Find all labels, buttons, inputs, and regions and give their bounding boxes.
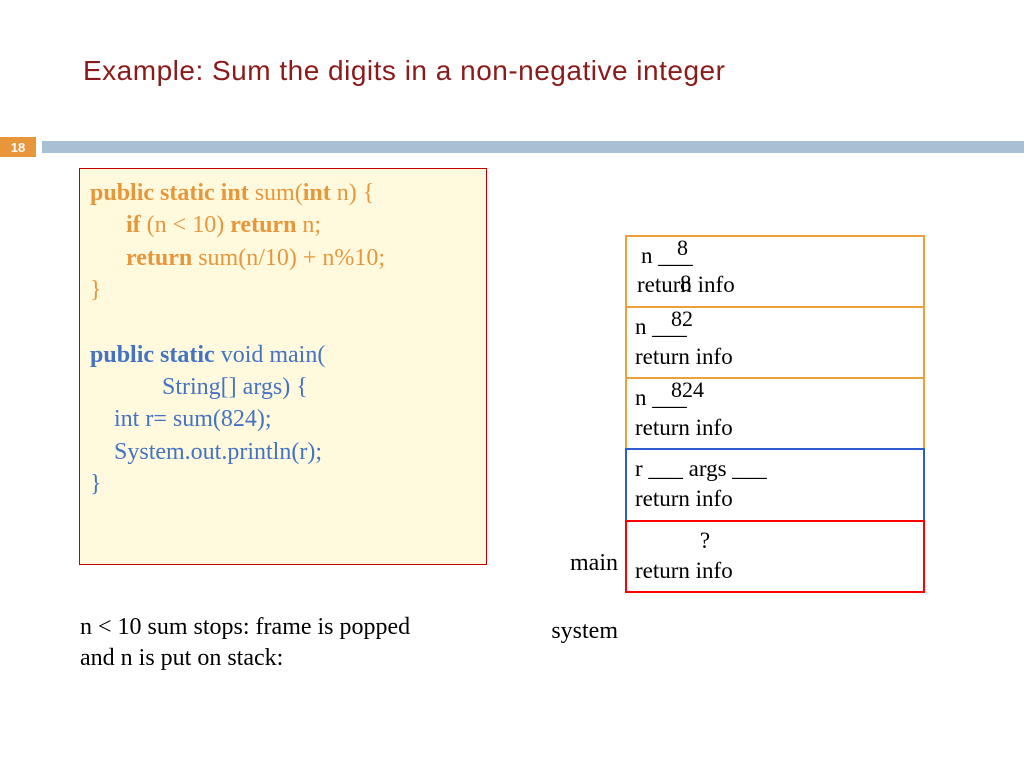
frame-vars: r ___ args ___ — [635, 454, 915, 484]
code-line: if (n < 10) return n; — [90, 209, 476, 241]
stack-frame-system: ? return info — [625, 520, 925, 594]
code-line: return sum(n/10) + n%10; — [90, 242, 476, 274]
code-line: String[] args) { — [90, 371, 476, 403]
frame-question: ? — [635, 526, 915, 556]
frame-value: 8 — [677, 235, 688, 261]
frame-return: return info — [635, 484, 915, 514]
code-line: System.out.println(r); — [90, 436, 476, 468]
call-stack: 8 n ___ return info 8 82 n ___ return in… — [625, 237, 925, 593]
slide-title: Example: Sum the digits in a non-negativ… — [83, 55, 725, 87]
stack-frame: 82 n ___ return info — [625, 306, 925, 380]
stack-frame: 8 n ___ return info 8 — [625, 235, 925, 309]
frame-return: return info — [635, 270, 915, 300]
code-line: } — [90, 468, 476, 500]
frame-value: 82 — [671, 306, 693, 332]
code-line: } — [90, 274, 476, 306]
stack-frame: 824 n ___ return info — [625, 377, 925, 451]
code-block: public static int sum(int n) { if (n < 1… — [79, 168, 487, 565]
code-line: public static int sum(int n) { — [90, 177, 476, 209]
system-label: system — [535, 618, 618, 645]
main-label: main — [548, 550, 618, 577]
header-rule — [42, 141, 1024, 153]
header-bar: 18 — [0, 137, 1024, 157]
frame-return: return info — [635, 413, 915, 443]
stack-frame-main: r ___ args ___ return info — [625, 448, 925, 522]
frame-return: return info — [635, 342, 915, 372]
code-line: int r= sum(824); — [90, 403, 476, 435]
frame-value: 824 — [671, 377, 704, 403]
code-line: public static void main( — [90, 339, 476, 371]
popped-value: 8 — [680, 271, 692, 297]
explanation-text: n < 10 sum stops: frame is popped and n … — [80, 612, 410, 674]
frame-return: return info — [635, 556, 915, 586]
slide-number-badge: 18 — [0, 137, 36, 157]
